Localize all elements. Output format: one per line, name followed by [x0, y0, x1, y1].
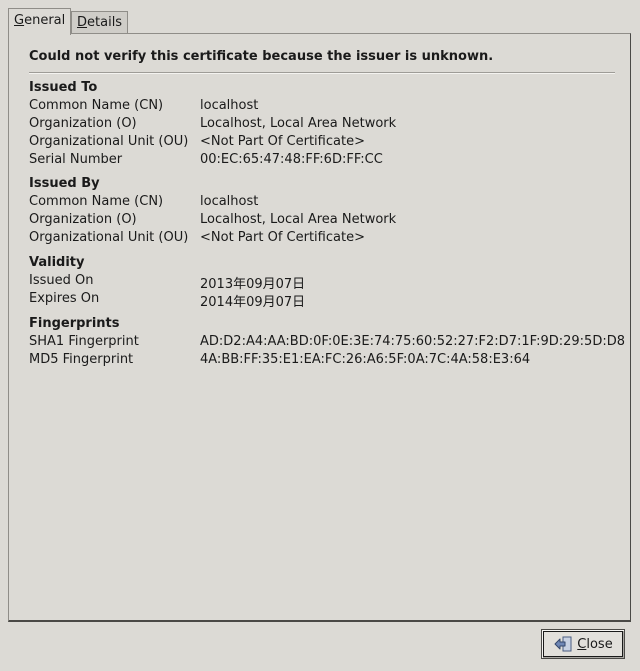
tab-general[interactable]: General	[8, 8, 72, 35]
validity-title: Validity	[29, 255, 85, 270]
field-label: SHA1 Fingerprint	[29, 334, 139, 349]
tab-details-mnemonic: D	[77, 15, 88, 30]
issued-to-title: Issued To	[29, 80, 98, 95]
tab-details-label: etails	[87, 15, 123, 30]
general-panel: Could not verify this certificate becaus…	[8, 33, 631, 622]
field-value: 2013年09月07日	[200, 277, 306, 292]
field-label: Organization (O)	[29, 212, 137, 227]
close-button-label: Close	[577, 636, 613, 652]
issued-by-title: Issued By	[29, 176, 100, 191]
field-value: 2014年09月07日	[200, 295, 306, 310]
field-label: Organizational Unit (OU)	[29, 134, 189, 149]
field-value: 4A:BB:FF:35:E1:EA:FC:26:A6:5F:0A:7C:4A:5…	[200, 352, 531, 367]
field-value: <Not Part Of Certificate>	[200, 134, 365, 149]
field-value: Localhost, Local Area Network	[200, 212, 397, 227]
field-label: Serial Number	[29, 152, 123, 167]
field-value: <Not Part Of Certificate>	[200, 230, 365, 245]
separator	[29, 72, 615, 74]
field-value: localhost	[200, 98, 259, 113]
field-label: Common Name (CN)	[29, 194, 164, 209]
field-label: Organization (O)	[29, 116, 137, 131]
field-value: AD:D2:A4:AA:BD:0F:0E:3E:74:75:60:52:27:F…	[200, 334, 625, 349]
field-label: MD5 Fingerprint	[29, 352, 134, 367]
field-label: Common Name (CN)	[29, 98, 164, 113]
close-door-arrow-icon	[553, 636, 573, 652]
field-label: Issued On	[29, 273, 94, 288]
field-value: 00:EC:65:47:48:FF:6D:FF:CC	[200, 152, 383, 167]
fingerprints-title: Fingerprints	[29, 316, 120, 331]
tab-details[interactable]: Details	[71, 11, 129, 34]
field-label: Organizational Unit (OU)	[29, 230, 189, 245]
verification-status: Could not verify this certificate becaus…	[29, 49, 494, 64]
tab-general-mnemonic: G	[14, 13, 25, 28]
field-value: Localhost, Local Area Network	[200, 116, 397, 131]
close-button[interactable]: Close	[541, 629, 625, 659]
field-value: localhost	[200, 194, 259, 209]
field-label: Expires On	[29, 291, 100, 306]
tab-general-label: eneral	[24, 13, 66, 28]
